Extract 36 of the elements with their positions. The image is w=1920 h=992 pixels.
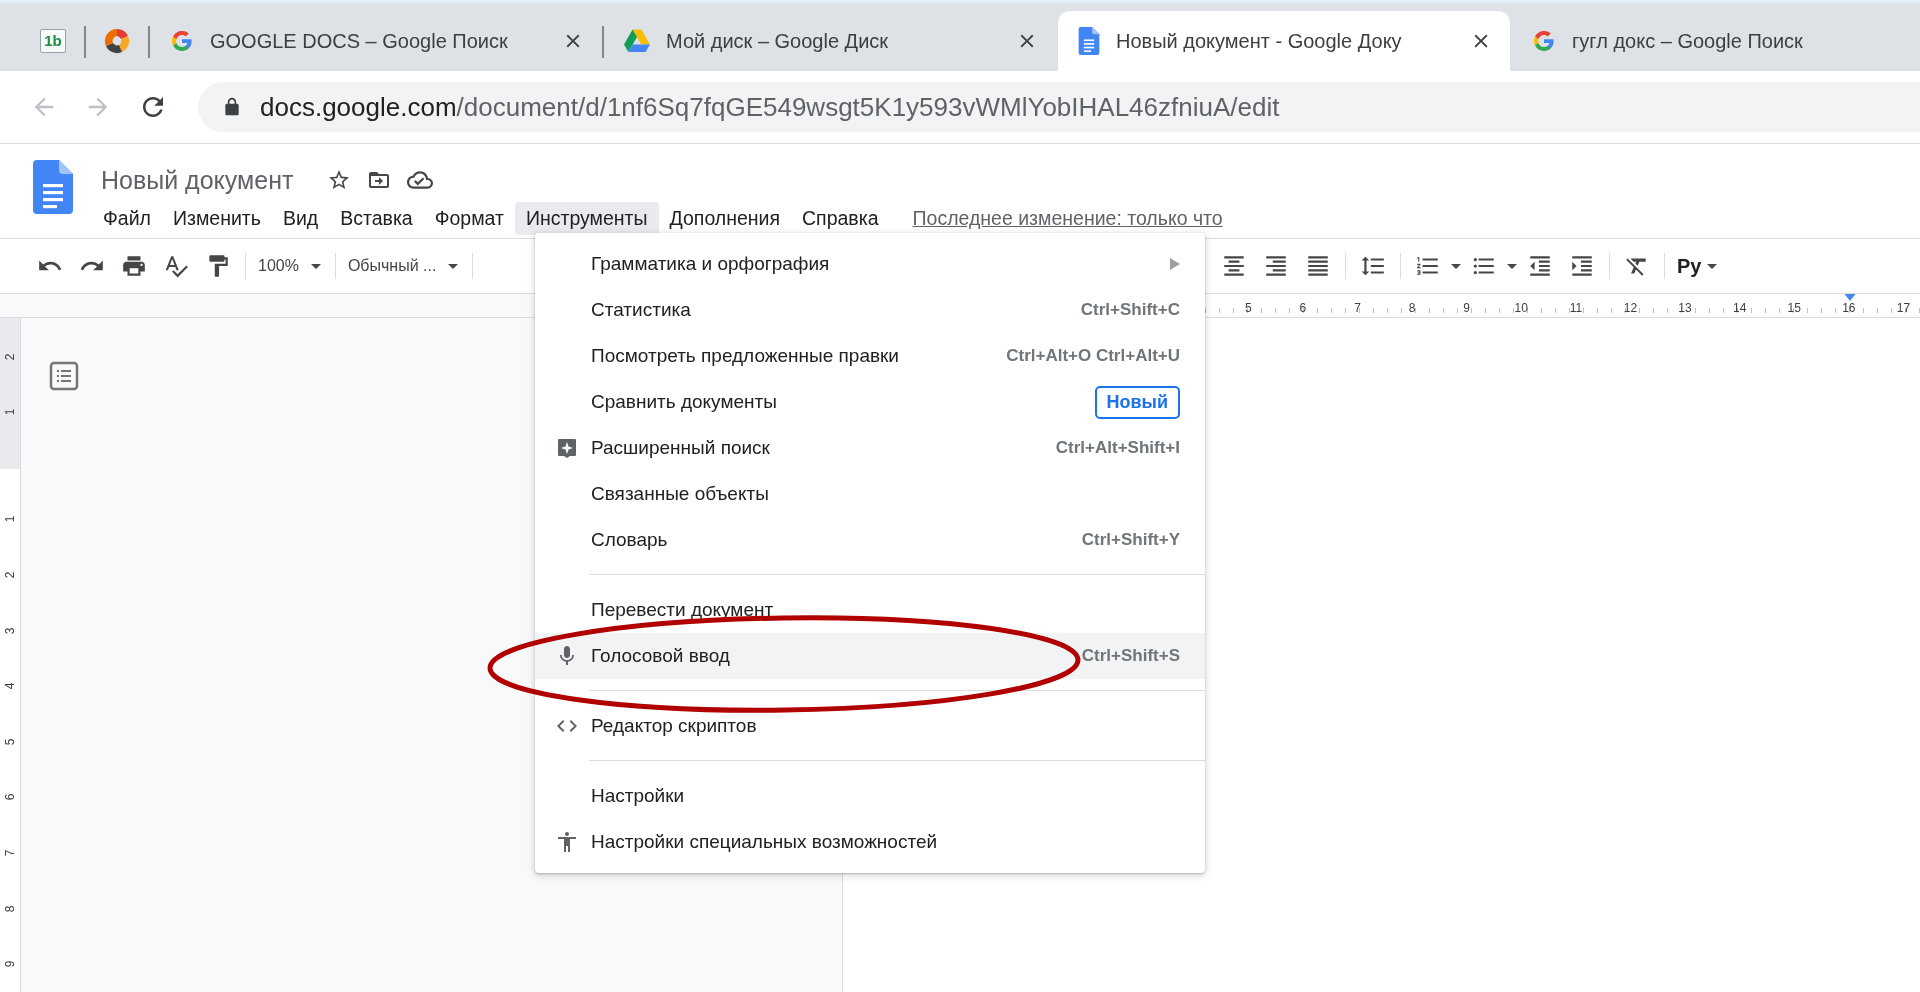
- shortcut-text: Ctrl+Shift+C: [1080, 300, 1180, 320]
- shortcut-text: Ctrl+Alt+Shift+I: [1055, 438, 1180, 458]
- ruler-number: 14: [1731, 302, 1748, 315]
- tab-title: Мой диск – Google Диск: [666, 29, 890, 53]
- ruler-number: 2: [4, 571, 16, 579]
- shortcut-text: Ctrl+Shift+Y: [1081, 530, 1180, 550]
- ruler-number: 9: [1462, 302, 1471, 315]
- ruler-number: 11: [1568, 302, 1584, 315]
- ruler-number: 16: [1841, 302, 1857, 315]
- ruler-number: 12: [1622, 302, 1639, 315]
- ruler-number: 15: [1786, 302, 1802, 315]
- ruler-number: 5: [1243, 302, 1253, 315]
- favicon: 1b: [40, 29, 66, 53]
- ruler-number: 7: [1353, 302, 1362, 315]
- ruler-number: 4: [4, 682, 16, 690]
- url-text: docs.google.com/document/d/1nf6Sq7fqGE549wsgt5K1y593vWMlYobIHAL46zfniuA/edit: [260, 91, 1280, 123]
- ruler-number: 6: [1298, 302, 1308, 315]
- ruler-number: 6: [4, 794, 16, 801]
- ruler-number: 5: [4, 738, 16, 746]
- ruler-number: 10: [1513, 302, 1529, 315]
- tab-title: Новый документ - Google Доку: [1116, 29, 1403, 53]
- new-badge: Новый: [1094, 385, 1180, 419]
- ruler-number: 9: [4, 960, 16, 968]
- ruler-number: 3: [4, 627, 16, 634]
- ruler-number: 7: [4, 849, 16, 857]
- ruler-number: 8: [4, 905, 16, 912]
- ruler-number: 1: [4, 409, 16, 416]
- tab-title: GOOGLE DOCS – Google Поиск: [210, 29, 509, 53]
- ruler-number: 2: [4, 353, 16, 361]
- tab-title: гугл докс – Google Поиск: [1572, 29, 1804, 53]
- shortcut-text: Ctrl+Shift+S: [1081, 646, 1180, 666]
- ruler-number: 13: [1677, 302, 1693, 315]
- ruler-number: 1: [4, 516, 16, 523]
- shortcut-text: Ctrl+Alt+O Ctrl+Alt+U: [1006, 346, 1180, 366]
- ruler-number: 17: [1895, 302, 1912, 315]
- ruler-number: 8: [1407, 302, 1417, 315]
